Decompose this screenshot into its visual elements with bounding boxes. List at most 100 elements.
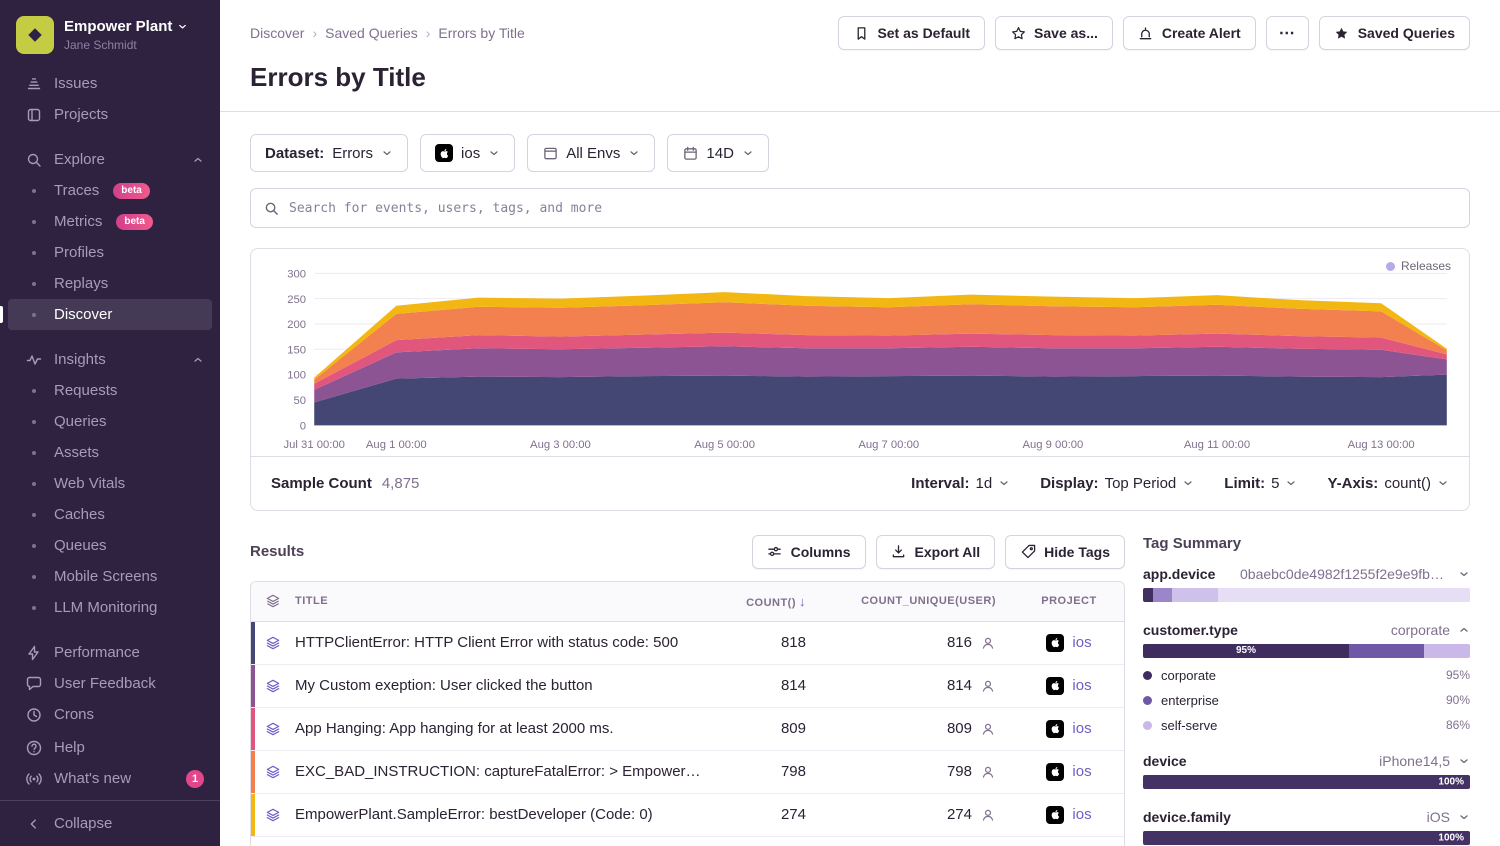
chevron-down-icon — [998, 477, 1010, 489]
page-content: Dataset: Errors ios All Envs 14D — [220, 112, 1500, 846]
tag-distribution-bar[interactable] — [1143, 588, 1470, 602]
tag-header[interactable]: customer.typecorporate — [1143, 622, 1470, 638]
chart-legend[interactable]: Releases — [1386, 259, 1451, 273]
sidebar-item-projects[interactable]: Projects — [0, 99, 220, 130]
breadcrumb-saved-queries[interactable]: Saved Queries — [325, 25, 418, 41]
sidebar-item-crons[interactable]: Crons — [0, 699, 220, 730]
tag-segment — [1143, 775, 1470, 789]
save-as-button[interactable]: Save as... — [995, 16, 1113, 50]
table-row[interactable]: EmpowerPlant.SampleError: happyCustomer … — [251, 837, 1124, 846]
more-options-button[interactable]: ⋯ — [1266, 16, 1309, 50]
sidebar-item-web-vitals[interactable]: Web Vitals — [0, 468, 220, 499]
ellipsis-icon: ⋯ — [1279, 23, 1296, 43]
project-link[interactable]: ios — [1014, 806, 1124, 824]
error-title-link[interactable]: HTTPClientError: HTTP Client Error with … — [295, 634, 714, 651]
date-range-selector[interactable]: 14D — [667, 134, 769, 172]
control-label: Interval: — [911, 475, 969, 492]
chart-control-display[interactable]: Display:Top Period — [1040, 475, 1194, 492]
sidebar-item-queries[interactable]: Queries — [0, 406, 220, 437]
hide-tags-button[interactable]: Hide Tags — [1005, 535, 1125, 569]
tag-distribution-bar[interactable]: 95% — [1143, 644, 1470, 658]
sidebar-item-discover[interactable]: Discover — [8, 299, 212, 330]
tag-name: app.device — [1143, 566, 1215, 582]
chevron-down-icon — [1458, 755, 1470, 767]
bullet-icon — [26, 214, 42, 230]
project-link[interactable]: ios — [1014, 677, 1124, 695]
legend-percentage: 95% — [1446, 668, 1470, 682]
sidebar-item-traces[interactable]: Tracesbeta — [0, 175, 220, 206]
table-row[interactable]: My Custom exeption: User clicked the but… — [251, 665, 1124, 708]
insights-icon — [26, 352, 42, 368]
sidebar-item-requests[interactable]: Requests — [0, 375, 220, 406]
chart-control-y-axis[interactable]: Y-Axis:count() — [1327, 475, 1449, 492]
tag-distribution-bar[interactable]: 100% — [1143, 831, 1470, 845]
sidebar-item-performance[interactable]: Performance — [0, 637, 220, 668]
table-row[interactable]: EXC_BAD_INSTRUCTION: captureFatalError: … — [251, 751, 1124, 794]
performance-icon — [26, 645, 42, 661]
breadcrumb-discover[interactable]: Discover — [250, 25, 304, 41]
table-row[interactable]: EmpowerPlant.SampleError: bestDeveloper … — [251, 794, 1124, 837]
export-all-button[interactable]: Export All — [876, 535, 996, 569]
column-header-count[interactable]: COUNT()↓ — [714, 594, 824, 609]
chart-control-interval[interactable]: Interval:1d — [911, 475, 1010, 492]
sidebar-item-user-feedback[interactable]: User Feedback — [0, 668, 220, 699]
dataset-selector[interactable]: Dataset: Errors — [250, 134, 408, 172]
section-label: Insights — [54, 351, 106, 368]
sidebar-item-metrics[interactable]: Metricsbeta — [0, 206, 220, 237]
table-header-row: TITLE COUNT()↓ COUNT_UNIQUE(USER) PROJEC… — [251, 582, 1124, 622]
chart-control-limit[interactable]: Limit:5 — [1224, 475, 1297, 492]
sidebar-item-queues[interactable]: Queues — [0, 530, 220, 561]
project-link[interactable]: ios — [1014, 634, 1124, 652]
project-link[interactable]: ios — [1014, 763, 1124, 781]
columns-button[interactable]: Columns — [752, 535, 866, 569]
search-input[interactable] — [289, 201, 1457, 216]
tag-header[interactable]: deviceiPhone14,5 — [1143, 753, 1470, 769]
table-row[interactable]: HTTPClientError: HTTP Client Error with … — [251, 622, 1124, 665]
sidebar-item-profiles[interactable]: Profiles — [0, 237, 220, 268]
sidebar-item-mobile-screens[interactable]: Mobile Screens — [0, 561, 220, 592]
tag-header[interactable]: device.familyiOS — [1143, 809, 1470, 825]
tag-block-device: deviceiPhone14,5 100% — [1143, 753, 1470, 789]
notification-badge: 1 — [186, 770, 204, 788]
tag-header[interactable]: app.device0baebc0de4982f1255f2e9e9fb7… — [1143, 566, 1470, 582]
sidebar-item-assets[interactable]: Assets — [0, 437, 220, 468]
bullet-icon — [26, 569, 42, 585]
saved-queries-button[interactable]: Saved Queries — [1319, 16, 1470, 50]
project-selector[interactable]: ios — [420, 134, 515, 172]
column-header-title[interactable]: TITLE — [295, 595, 714, 607]
bullet-icon — [26, 538, 42, 554]
ios-app-icon — [435, 144, 453, 162]
error-title-link[interactable]: EmpowerPlant.SampleError: bestDeveloper … — [295, 806, 714, 823]
calendar-icon — [682, 145, 698, 161]
sidebar-item-help[interactable]: Help — [0, 732, 220, 763]
sidebar-item-what-s-new[interactable]: What's new1 — [0, 763, 220, 794]
error-title-link[interactable]: App Hanging: App hanging for at least 20… — [295, 720, 714, 737]
tag-legend-item[interactable]: corporate95% — [1143, 668, 1470, 683]
chevron-down-icon — [1458, 568, 1470, 580]
sidebar-item-issues[interactable]: Issues — [0, 68, 220, 99]
org-switcher[interactable]: Empower Plant Jane Schmidt — [0, 0, 220, 68]
chart-panel: Releases 050100150200250300Jul 31 00:00A… — [250, 248, 1470, 511]
sidebar-footer: HelpWhat's new1 — [0, 732, 220, 800]
sidebar-item-llm-monitoring[interactable]: LLM Monitoring — [0, 592, 220, 623]
column-header-count-unique[interactable]: COUNT_UNIQUE(USER) — [824, 595, 1014, 607]
create-alert-button[interactable]: Create Alert — [1123, 16, 1256, 50]
set-as-default-button[interactable]: Set as Default — [838, 16, 985, 50]
error-title-link[interactable]: My Custom exeption: User clicked the but… — [295, 677, 714, 694]
project-link[interactable]: ios — [1014, 720, 1124, 738]
error-title-link[interactable]: EXC_BAD_INSTRUCTION: captureFatalError: … — [295, 763, 714, 780]
sidebar-item-replays[interactable]: Replays — [0, 268, 220, 299]
table-row[interactable]: App Hanging: App hanging for at least 20… — [251, 708, 1124, 751]
tag-legend-item[interactable]: self-serve86% — [1143, 718, 1470, 733]
column-header-project[interactable]: PROJECT — [1014, 595, 1124, 607]
sidebar-collapse[interactable]: Collapse — [0, 800, 220, 846]
tag-distribution-bar[interactable]: 100% — [1143, 775, 1470, 789]
environment-selector[interactable]: All Envs — [527, 134, 655, 172]
beta-badge: beta — [116, 214, 153, 230]
sidebar-section-insights[interactable]: Insights — [0, 344, 220, 375]
sidebar-section-explore[interactable]: Explore — [0, 144, 220, 175]
errors-area-chart[interactable]: 050100150200250300Jul 31 00:00Aug 1 00:0… — [267, 259, 1453, 456]
sidebar-item-caches[interactable]: Caches — [0, 499, 220, 530]
tag-legend-item[interactable]: enterprise90% — [1143, 693, 1470, 708]
main-content: Discover › Saved Queries › Errors by Tit… — [220, 0, 1500, 846]
